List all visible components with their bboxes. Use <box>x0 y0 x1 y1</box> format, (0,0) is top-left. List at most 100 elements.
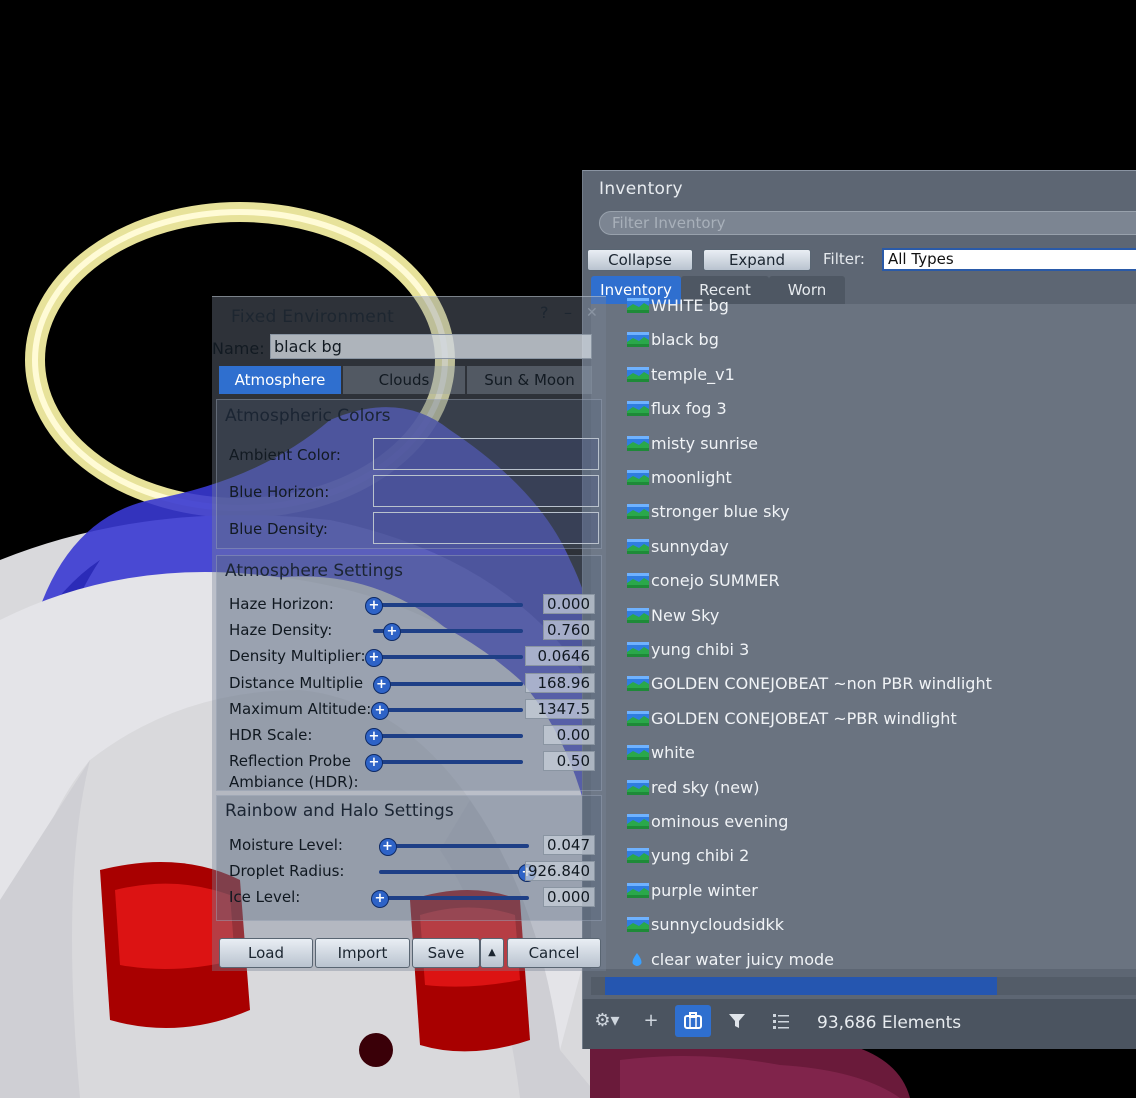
slider-track[interactable] <box>379 844 529 848</box>
load-button[interactable]: Load <box>219 938 313 968</box>
tab-atmosphere[interactable]: Atmosphere <box>219 366 341 394</box>
slider-track[interactable] <box>373 681 523 686</box>
inventory-icon[interactable] <box>675 1005 711 1037</box>
slider-value-field[interactable]: 926.840 <box>525 861 595 881</box>
slider-track[interactable] <box>373 734 523 738</box>
section-title: Atmospheric Colors <box>225 406 391 426</box>
sky-settings-icon <box>627 470 649 485</box>
list-item-label: temple_v1 <box>651 364 735 384</box>
list-icon[interactable] <box>763 1005 799 1037</box>
list-item[interactable]: WHITE bg <box>591 296 1136 328</box>
blue-horizon-swatch[interactable] <box>373 475 599 507</box>
list-item[interactable]: temple_v1 <box>591 365 1136 397</box>
slider-track[interactable] <box>373 655 523 660</box>
list-item[interactable]: stronger blue sky <box>591 502 1136 534</box>
slider-thumb[interactable]: + <box>383 623 401 642</box>
slider-label-line2: Ambiance (HDR): <box>229 773 359 792</box>
scrollbar-thumb[interactable] <box>605 977 997 995</box>
slider-track[interactable] <box>373 760 523 765</box>
slider-label: Reflection Probe <box>229 752 351 771</box>
slider-value-field[interactable]: 0.00 <box>543 725 595 745</box>
slider-thumb[interactable]: + <box>365 754 383 773</box>
slider-thumb[interactable]: + <box>372 675 391 694</box>
plus-icon[interactable]: + <box>633 1005 669 1037</box>
filter-type-select[interactable]: All Types <box>882 248 1136 271</box>
ambient-color-swatch[interactable] <box>373 438 599 470</box>
list-item[interactable]: conejo SUMMER <box>591 571 1136 603</box>
slider-track[interactable] <box>379 870 529 874</box>
save-options-arrow[interactable]: ▲ <box>480 938 504 968</box>
list-item[interactable]: yung chibi 2 <box>591 846 1136 878</box>
slider-value-field[interactable]: 0.50 <box>543 751 595 772</box>
slider-thumb[interactable]: + <box>365 649 383 668</box>
list-item[interactable]: black bg <box>591 330 1136 362</box>
list-item[interactable]: New Sky <box>591 606 1136 638</box>
expand-button[interactable]: Expand <box>703 249 811 271</box>
sky-settings-icon <box>627 435 649 451</box>
gear-icon[interactable]: ⚙▾ <box>589 1005 625 1037</box>
save-button[interactable]: Save <box>412 938 480 968</box>
list-item-label: misty sunrise <box>651 433 759 453</box>
import-button[interactable]: Import <box>315 938 410 968</box>
sky-settings-icon <box>627 607 649 623</box>
slider-thumb[interactable]: + <box>371 701 389 720</box>
slider-thumb[interactable]: + <box>365 728 383 746</box>
tab-sun-moon[interactable]: Sun & Moon <box>467 366 592 394</box>
slider-value-field[interactable]: 0.047 <box>543 835 595 855</box>
slider-label: Droplet Radius: <box>229 862 345 880</box>
list-item[interactable]: GOLDEN CONEJOBEAT ~PBR windlight <box>591 709 1136 741</box>
list-item[interactable]: misty sunrise <box>591 434 1136 466</box>
slider-thumb[interactable]: + <box>371 890 389 908</box>
list-item[interactable]: white <box>591 743 1136 775</box>
list-item[interactable]: yung chibi 3 <box>591 640 1136 672</box>
slider-thumb[interactable]: + <box>378 838 397 856</box>
slider-label: Distance Multiplie <box>229 673 364 692</box>
blue-density-swatch[interactable] <box>373 512 599 544</box>
list-item[interactable]: sunnyday <box>591 537 1136 569</box>
list-item[interactable]: red sky (new) <box>591 778 1136 810</box>
list-item-label: GOLDEN CONEJOBEAT ~PBR windlight <box>651 708 957 728</box>
list-item-label: ominous evening <box>651 812 789 831</box>
atmosphere-settings-section: Atmosphere Settings Haze Horizon: +0.000 H… <box>216 555 602 791</box>
slider-label: Density Multiplier: <box>229 647 366 666</box>
slider-track[interactable] <box>379 896 529 900</box>
slider-value-field[interactable]: 0.000 <box>543 594 595 614</box>
inventory-search-input[interactable]: Filter Inventory <box>599 211 1136 235</box>
rainbow-halo-section: Rainbow and Halo Settings Moisture Level… <box>216 795 602 921</box>
close-icon[interactable]: ✕ <box>586 305 598 321</box>
fixed-environment-window: Fixed Environment ? – ✕ Name: black bg A… <box>212 296 606 971</box>
slider-track[interactable] <box>373 603 523 607</box>
section-title: Atmosphere Settings <box>225 561 404 581</box>
minimize-icon[interactable]: – <box>564 303 572 322</box>
list-item-label: white <box>651 743 695 763</box>
slider-value-field[interactable]: 0.760 <box>543 620 595 641</box>
help-icon[interactable]: ? <box>540 303 549 322</box>
filter-icon[interactable] <box>719 1005 755 1037</box>
list-item[interactable]: flux fog 3 <box>591 399 1136 431</box>
sky-settings-icon <box>627 848 649 864</box>
list-item[interactable]: moonlight <box>591 468 1136 500</box>
list-item[interactable]: purple winter <box>591 881 1136 913</box>
sky-settings-icon <box>627 917 649 933</box>
slider-value-field[interactable]: 0.0646 <box>525 646 595 667</box>
inventory-title: Inventory <box>599 179 683 199</box>
slider-label: HDR Scale: <box>229 726 313 744</box>
slider-thumb[interactable]: + <box>365 597 383 615</box>
tab-clouds[interactable]: Clouds <box>343 366 465 394</box>
cancel-button[interactable]: Cancel <box>507 938 601 968</box>
list-item[interactable]: sunnycloudsidkk <box>591 915 1136 947</box>
blue-density-label: Blue Density: <box>229 520 328 538</box>
collapse-button[interactable]: Collapse <box>587 249 693 271</box>
horizontal-scrollbar[interactable] <box>591 977 1136 995</box>
sky-settings-icon <box>627 642 649 657</box>
water-settings-icon <box>627 952 647 966</box>
name-field[interactable]: black bg <box>270 334 592 359</box>
slider-value-field[interactable]: 0.000 <box>543 887 595 907</box>
slider-track[interactable] <box>373 707 523 712</box>
name-label: Name: <box>212 339 265 358</box>
inventory-item-list[interactable]: WHITE bg black bg temple_v1flux fog 3 misty… <box>591 296 1136 969</box>
list-item[interactable]: ominous evening <box>591 812 1136 844</box>
slider-value-field[interactable]: 168.96 <box>525 672 595 693</box>
slider-value-field[interactable]: 1347.5 <box>525 698 595 719</box>
list-item[interactable]: GOLDEN CONEJOBEAT ~non PBR windlight <box>591 674 1136 706</box>
